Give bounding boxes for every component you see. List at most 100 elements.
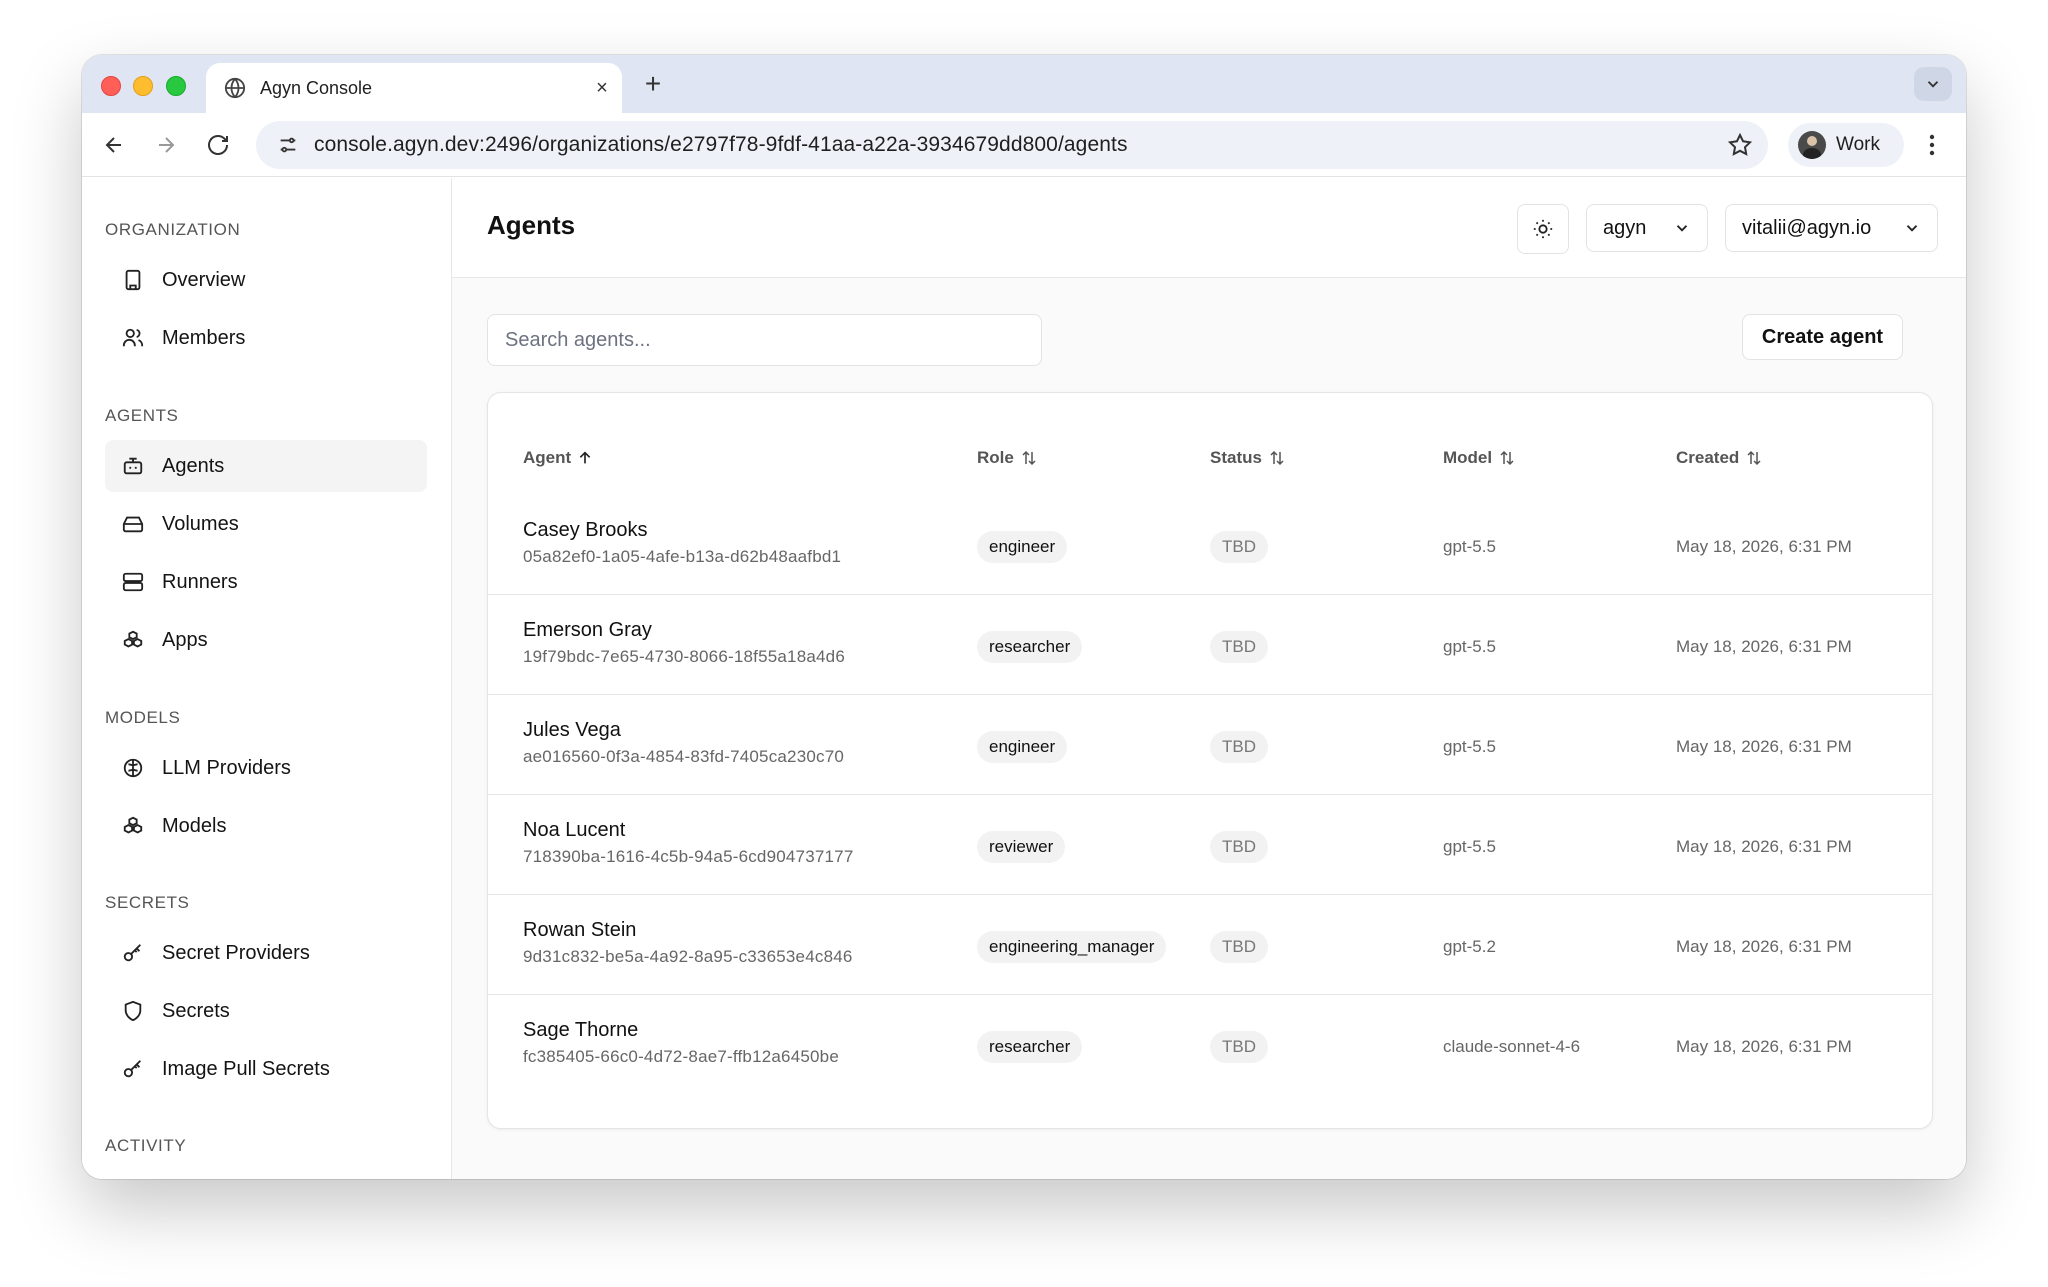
column-header-created[interactable]: Created xyxy=(1676,448,1763,468)
user-menu-value: vitalii@agyn.io xyxy=(1742,216,1872,239)
tab-strip: Agyn Console × + xyxy=(82,55,1966,113)
reload-button[interactable] xyxy=(202,129,234,161)
agent-id: 05a82ef0-1a05-4afe-b13a-d62b48aafbd1 xyxy=(523,547,842,566)
sidebar-item-apps[interactable]: Apps xyxy=(105,614,427,666)
agent-id: 718390ba-1616-4c5b-94a5-6cd904737177 xyxy=(523,847,854,866)
column-header-label: Created xyxy=(1676,448,1740,467)
sidebar-item-image-pull-secrets[interactable]: Image Pull Secrets xyxy=(105,1043,427,1095)
sidebar: ORGANIZATION Overview Members AGENTS Age… xyxy=(82,178,452,1179)
main-content: Agents agyn vitalii@agyn.io Create agent xyxy=(452,178,1966,1179)
column-header-status[interactable]: Status xyxy=(1210,448,1286,468)
table-row[interactable]: Rowan Stein 9d31c832-be5a-4a92-8a95-c336… xyxy=(488,895,1932,995)
sidebar-item-models[interactable]: Models xyxy=(105,800,427,852)
arrow-right-icon xyxy=(159,137,175,153)
agent-id: fc385405-66c0-4d72-8ae7-ffb12a6450be xyxy=(523,1047,839,1066)
sidebar-item-secret-providers[interactable]: Secret Providers xyxy=(105,927,427,979)
address-bar[interactable]: console.agyn.dev:2496/organizations/e279… xyxy=(256,121,1768,169)
agent-name: Emerson Gray xyxy=(523,619,652,641)
browser-window: Agyn Console × + console.agyn.dev:2496/o… xyxy=(82,55,1966,1179)
bot-icon xyxy=(123,457,143,475)
sidebar-item-runners[interactable]: Runners xyxy=(105,556,427,608)
browser-menu-icon[interactable] xyxy=(1918,131,1946,159)
sidebar-item-secrets[interactable]: Secrets xyxy=(105,985,427,1037)
sidebar-item-label: Secret Providers xyxy=(162,941,310,964)
close-window-button[interactable] xyxy=(101,76,121,96)
column-header-agent[interactable]: Agent xyxy=(523,448,593,468)
sun-icon xyxy=(1533,219,1553,239)
page-title: Agents xyxy=(487,210,576,240)
profile-button[interactable]: Work xyxy=(1788,123,1904,167)
globe-icon xyxy=(224,77,246,99)
column-header-model[interactable]: Model xyxy=(1443,448,1516,468)
agent-model: gpt-5.2 xyxy=(1443,937,1496,956)
user-menu-select[interactable]: vitalii@agyn.io xyxy=(1725,204,1938,252)
bookmark-star-icon[interactable] xyxy=(1720,125,1760,165)
column-header-label: Role xyxy=(977,448,1014,467)
agent-model: gpt-5.5 xyxy=(1443,537,1496,556)
agents-table: Agent Role Status Model Created Casey Br… xyxy=(487,392,1933,1129)
table-row[interactable]: Jules Vega ae016560-0f3a-4854-83fd-7405c… xyxy=(488,695,1932,795)
agent-model: gpt-5.5 xyxy=(1443,737,1496,756)
role-badge: researcher xyxy=(977,1031,1083,1063)
brain-icon xyxy=(123,758,143,778)
role-badge: researcher xyxy=(977,631,1083,663)
agent-id: 19f79bdc-7e65-4730-8066-18f55a18a4d6 xyxy=(523,647,845,666)
maximize-window-button[interactable] xyxy=(166,76,186,96)
sidebar-item-agents[interactable]: Agents xyxy=(105,440,427,492)
sidebar-item-volumes[interactable]: Volumes xyxy=(105,498,427,550)
minimize-window-button[interactable] xyxy=(133,76,153,96)
boxes-icon xyxy=(123,630,143,648)
server-icon xyxy=(122,572,144,592)
forward-button[interactable] xyxy=(150,129,182,161)
theme-toggle-button[interactable] xyxy=(1517,204,1569,254)
create-agent-button[interactable]: Create agent xyxy=(1742,314,1903,360)
tab-search-button[interactable] xyxy=(1914,67,1952,101)
column-header-label: Agent xyxy=(523,448,572,467)
url-text[interactable]: console.agyn.dev:2496/organizations/e279… xyxy=(314,133,1720,157)
sidebar-item-label: Volumes xyxy=(162,512,239,535)
app-root: ORGANIZATION Overview Members AGENTS Age… xyxy=(82,178,1966,1179)
agent-created: May 18, 2026, 6:31 PM xyxy=(1676,737,1852,756)
sort-icon xyxy=(1500,450,1514,466)
organization-select[interactable]: agyn xyxy=(1586,204,1708,252)
sort-icon xyxy=(1022,450,1036,466)
shield-icon xyxy=(124,1000,142,1022)
sidebar-section-organization: ORGANIZATION xyxy=(105,220,241,239)
role-badge: engineer xyxy=(977,531,1068,563)
sidebar-section-agents: AGENTS xyxy=(105,406,179,425)
arrow-left-icon xyxy=(105,137,121,153)
sidebar-item-llm-providers[interactable]: LLM Providers xyxy=(105,742,427,794)
chevron-down-icon xyxy=(1676,225,1688,232)
table-row[interactable]: Emerson Gray 19f79bdc-7e65-4730-8066-18f… xyxy=(488,595,1932,695)
sidebar-item-label: Overview xyxy=(162,268,246,291)
sidebar-section-secrets: SECRETS xyxy=(105,893,190,912)
tab-close-icon[interactable]: × xyxy=(582,77,622,100)
back-button[interactable] xyxy=(98,129,130,161)
sort-ascending-icon xyxy=(579,451,591,464)
sidebar-item-label: Apps xyxy=(162,628,208,651)
sidebar-section-activity: ACTIVITY xyxy=(105,1136,187,1155)
browser-toolbar: console.agyn.dev:2496/organizations/e279… xyxy=(82,113,1966,177)
role-badge: reviewer xyxy=(977,831,1066,863)
sort-icon xyxy=(1270,450,1284,466)
users-icon xyxy=(122,328,144,347)
agent-name: Rowan Stein xyxy=(523,919,637,941)
table-row[interactable]: Casey Brooks 05a82ef0-1a05-4afe-b13a-d62… xyxy=(488,495,1932,595)
agent-model: claude-sonnet-4-6 xyxy=(1443,1037,1581,1056)
sidebar-item-members[interactable]: Members xyxy=(105,312,427,364)
table-row[interactable]: Sage Thorne fc385405-66c0-4d72-8ae7-ffb1… xyxy=(488,995,1932,1095)
status-badge: TBD xyxy=(1210,531,1268,563)
sidebar-item-overview[interactable]: Overview xyxy=(105,254,427,306)
table-row[interactable]: Noa Lucent 718390ba-1616-4c5b-94a5-6cd90… xyxy=(488,795,1932,895)
sidebar-item-label: Members xyxy=(162,326,246,349)
new-tab-button[interactable]: + xyxy=(638,69,668,99)
agent-created: May 18, 2026, 6:31 PM xyxy=(1676,637,1852,656)
sidebar-item-label: Agents xyxy=(162,454,225,477)
site-settings-icon[interactable] xyxy=(270,127,306,163)
sidebar-item-label: Models xyxy=(162,814,227,837)
sidebar-item-label: Runners xyxy=(162,570,238,593)
table-header: Agent Role Status Model Created xyxy=(488,440,1932,480)
search-agents-input[interactable] xyxy=(487,314,1042,366)
column-header-role[interactable]: Role xyxy=(977,448,1038,468)
browser-tab[interactable]: Agyn Console × xyxy=(206,63,622,113)
